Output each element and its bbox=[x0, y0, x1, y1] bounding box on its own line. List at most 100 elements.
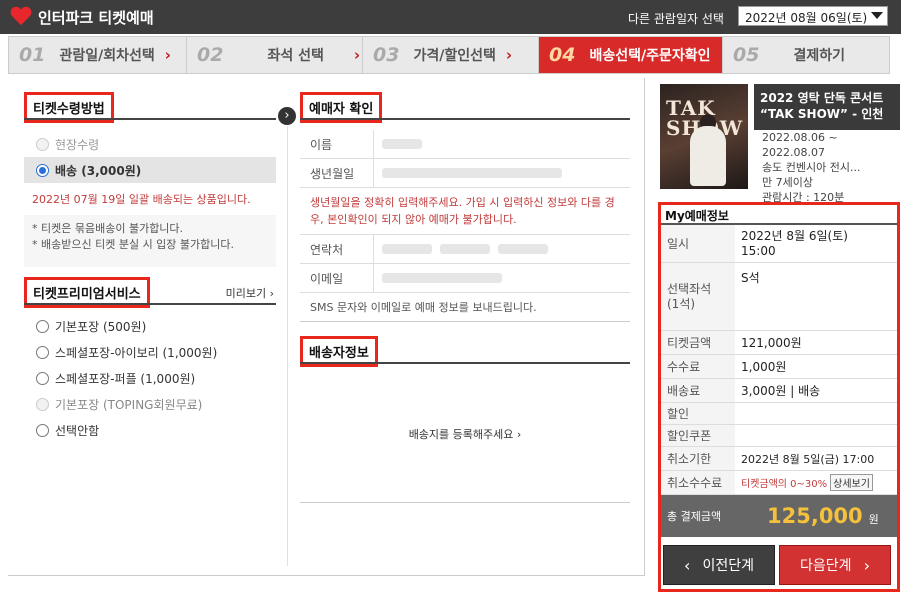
divider bbox=[8, 575, 645, 576]
my-booking-title: My예매정보 bbox=[661, 205, 897, 225]
radio-button[interactable] bbox=[36, 397, 49, 411]
step-4[interactable]: 04 배송선택/주문자확인 bbox=[539, 37, 723, 73]
option-label: 선택안함 bbox=[55, 423, 100, 438]
field-label: 연락처 bbox=[300, 235, 374, 263]
birth-notice: 생년월일을 정확히 입력해주세요. 가입 시 입력하신 정보와 다를 경우, 본… bbox=[300, 188, 630, 235]
concert-venue: 송도 컨벤시아 전시... bbox=[762, 161, 861, 174]
row-key: 취소기한 bbox=[661, 447, 735, 470]
radio-button[interactable] bbox=[36, 319, 49, 333]
cancel-fee-row: 취소수수료 티켓금액의 0~30% 상세보기 bbox=[661, 471, 897, 495]
concert-age: 만 7세이상 bbox=[762, 176, 813, 189]
next-step-button[interactable]: 다음단계 › bbox=[779, 545, 891, 585]
name-row: 이름 bbox=[300, 130, 630, 159]
radio-onsite[interactable] bbox=[36, 137, 49, 151]
divider bbox=[644, 78, 645, 575]
email-field[interactable] bbox=[382, 273, 502, 283]
divider bbox=[24, 303, 276, 305]
row-key: 일시 bbox=[661, 225, 735, 262]
interpark-logo[interactable]: 인터파크 티켓예매 bbox=[10, 6, 154, 28]
phone-field-2[interactable] bbox=[440, 244, 490, 254]
contact-row: 연락처 bbox=[300, 235, 630, 264]
row-key: 취소수수료 bbox=[661, 471, 735, 494]
note-text: * 티켓은 묶음배송이 불가합니다. bbox=[32, 222, 184, 235]
my-booking-info: My예매정보 일시 2022년 8월 6일(토) 15:00 선택좌석 (1석) S석 … bbox=[658, 202, 900, 592]
detail-button[interactable]: 상세보기 bbox=[830, 474, 873, 491]
top-bar: 인터파크 티켓예매 다른 관람일자 선택 2022년 08월 06일(토) bbox=[0, 0, 901, 34]
delivery-notes-box: * 티켓은 묶음배송이 불가합니다. * 배송받으신 티켓 분실 시 입장 불가… bbox=[24, 215, 276, 267]
shipping-fee-row: 배송료 3,000원 | 배송 bbox=[661, 379, 897, 403]
total-label: 총 결제금액 bbox=[667, 510, 722, 523]
option-onsite[interactable]: 현장수령 bbox=[24, 131, 276, 157]
divider bbox=[300, 362, 630, 364]
option-delivery[interactable]: 배송 (3,000원) bbox=[24, 157, 276, 183]
total-amount: 125,000 bbox=[767, 504, 863, 528]
row-key: 배송료 bbox=[661, 379, 735, 402]
row-key: 수수료 bbox=[661, 355, 735, 378]
total-row: 총 결제금액 125,000 원 bbox=[661, 495, 897, 537]
prev-step-button[interactable]: ‹ 이전단계 bbox=[663, 545, 775, 585]
booker-panel: 예매자 확인 이름 생년월일 생년월일을 정확히 입력해주세요. 가입 시 입력… bbox=[300, 92, 630, 503]
premium-option[interactable]: 기본포장 (500원) bbox=[24, 313, 276, 339]
premium-option[interactable]: 선택안함 bbox=[24, 417, 276, 443]
chevron-right-icon: › bbox=[353, 46, 361, 64]
field-label: 생년월일 bbox=[300, 159, 374, 187]
seat-key: 선택좌석 bbox=[667, 281, 712, 296]
heart-icon bbox=[10, 7, 32, 27]
phone-field-1[interactable] bbox=[382, 244, 432, 254]
radio-button[interactable] bbox=[36, 345, 49, 359]
next-step-label: 다음단계 bbox=[800, 558, 852, 574]
concert-poster[interactable]: TAK SHOW bbox=[660, 84, 748, 189]
radio-delivery[interactable] bbox=[36, 163, 49, 177]
seat-count: (1석) bbox=[667, 296, 696, 311]
field-label: 이메일 bbox=[300, 264, 374, 292]
step-number: 02 bbox=[197, 44, 224, 66]
chevron-down-icon bbox=[871, 12, 883, 19]
step-number: 04 bbox=[549, 44, 576, 66]
poster-figure bbox=[690, 126, 726, 186]
prev-step-label: 이전단계 bbox=[702, 558, 754, 574]
row-key: 티켓금액 bbox=[661, 331, 735, 354]
concert-info: 2022.08.06 ~ 2022.08.07 송도 컨벤시아 전시... 만 … bbox=[762, 130, 860, 205]
radio-button[interactable] bbox=[36, 423, 49, 437]
phone-field-3[interactable] bbox=[498, 244, 548, 254]
birth-value[interactable] bbox=[382, 168, 562, 178]
row-value: 3,000원 | 배송 bbox=[741, 384, 821, 398]
option-label: 기본포장 (500원) bbox=[55, 319, 147, 334]
row-key: 할인 bbox=[661, 403, 735, 424]
cancel-deadline-row: 취소기한 2022년 8월 5일(금) 17:00 bbox=[661, 447, 897, 471]
fee-row: 수수료 1,000원 bbox=[661, 355, 897, 379]
date-value: 2022년 8월 6일(토) bbox=[741, 228, 848, 243]
date-select[interactable]: 2022년 08월 06일(토) bbox=[738, 6, 888, 26]
chevron-right-icon: › bbox=[505, 46, 513, 64]
option-label: 스페셜포장-아이보리 (1,000원) bbox=[55, 345, 218, 360]
option-label: 배송 (3,000원) bbox=[55, 163, 142, 178]
chevron-left-icon: ‹ bbox=[684, 555, 691, 575]
step-5[interactable]: 05 결제하기 bbox=[723, 37, 889, 73]
chevron-right-icon: › bbox=[164, 46, 171, 64]
sms-note-text: SMS 문자와 이메일로 예매 정보를 보내드립니다. bbox=[310, 301, 537, 314]
premium-option[interactable]: 스페셜포장-아이보리 (1,000원) bbox=[24, 339, 276, 365]
preview-link[interactable]: 미리보기 › bbox=[226, 285, 274, 301]
premium-option[interactable]: 기본포장 (TOPING회원무료) bbox=[24, 391, 276, 417]
step-1[interactable]: 01 관람일/회차선택 › bbox=[9, 37, 187, 73]
premium-option[interactable]: 스페셜포장-퍼플 (1,000원) bbox=[24, 365, 276, 391]
discount-row: 할인 bbox=[661, 403, 897, 425]
row-value bbox=[735, 403, 897, 424]
divider bbox=[300, 118, 630, 120]
currency-unit: 원 bbox=[868, 513, 879, 526]
concert-title: 2022 영탁 단독 콘서트 “TAK SHOW” - 인천 bbox=[754, 84, 900, 130]
row-value: 티켓금액의 0~30% 상세보기 bbox=[735, 471, 897, 494]
step-3[interactable]: 03 가격/할인선택 › bbox=[363, 37, 539, 73]
chevron-right-icon[interactable]: › bbox=[278, 107, 296, 125]
register-address-link[interactable]: 배송지를 등록해주세요 › bbox=[409, 426, 522, 442]
shipping-empty: 배송지를 등록해주세요 › bbox=[300, 366, 630, 503]
row-value: 1,000원 bbox=[741, 360, 787, 374]
step-label: 배송선택/주문자확인 bbox=[589, 48, 711, 64]
step-number: 01 bbox=[19, 44, 46, 66]
step-number: 05 bbox=[733, 44, 760, 66]
step-2[interactable]: 02 좌석 선택 › bbox=[187, 37, 363, 73]
note-text: * 배송받으신 티켓 분실 시 입장 불가합니다. bbox=[32, 238, 235, 251]
birth-row: 생년월일 bbox=[300, 159, 630, 188]
radio-button[interactable] bbox=[36, 371, 49, 385]
divider bbox=[287, 126, 288, 566]
